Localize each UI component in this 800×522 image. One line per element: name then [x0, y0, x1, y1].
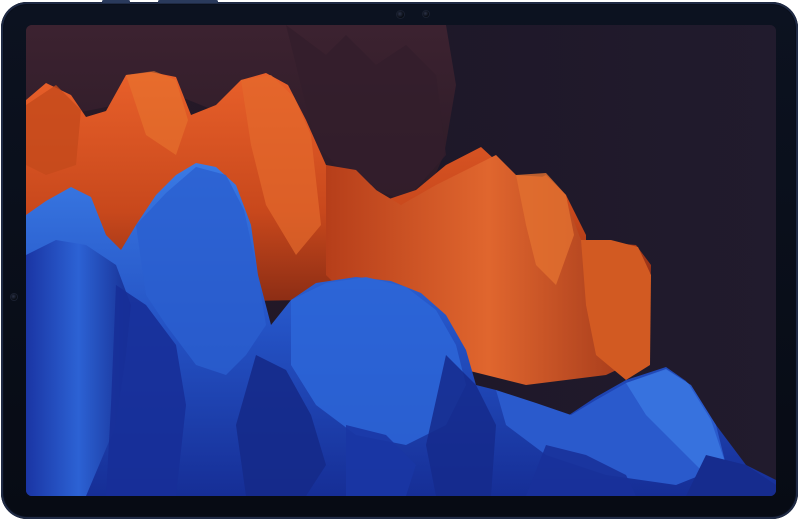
volume-button[interactable]: [102, 0, 130, 3]
power-button[interactable]: [158, 0, 218, 3]
tablet-device: [0, 0, 800, 522]
front-camera-icon: [397, 11, 404, 18]
side-camera-icon: [11, 294, 17, 300]
wallpaper-image: [26, 25, 776, 496]
screen[interactable]: [26, 25, 776, 496]
sensor-icon: [423, 11, 429, 17]
